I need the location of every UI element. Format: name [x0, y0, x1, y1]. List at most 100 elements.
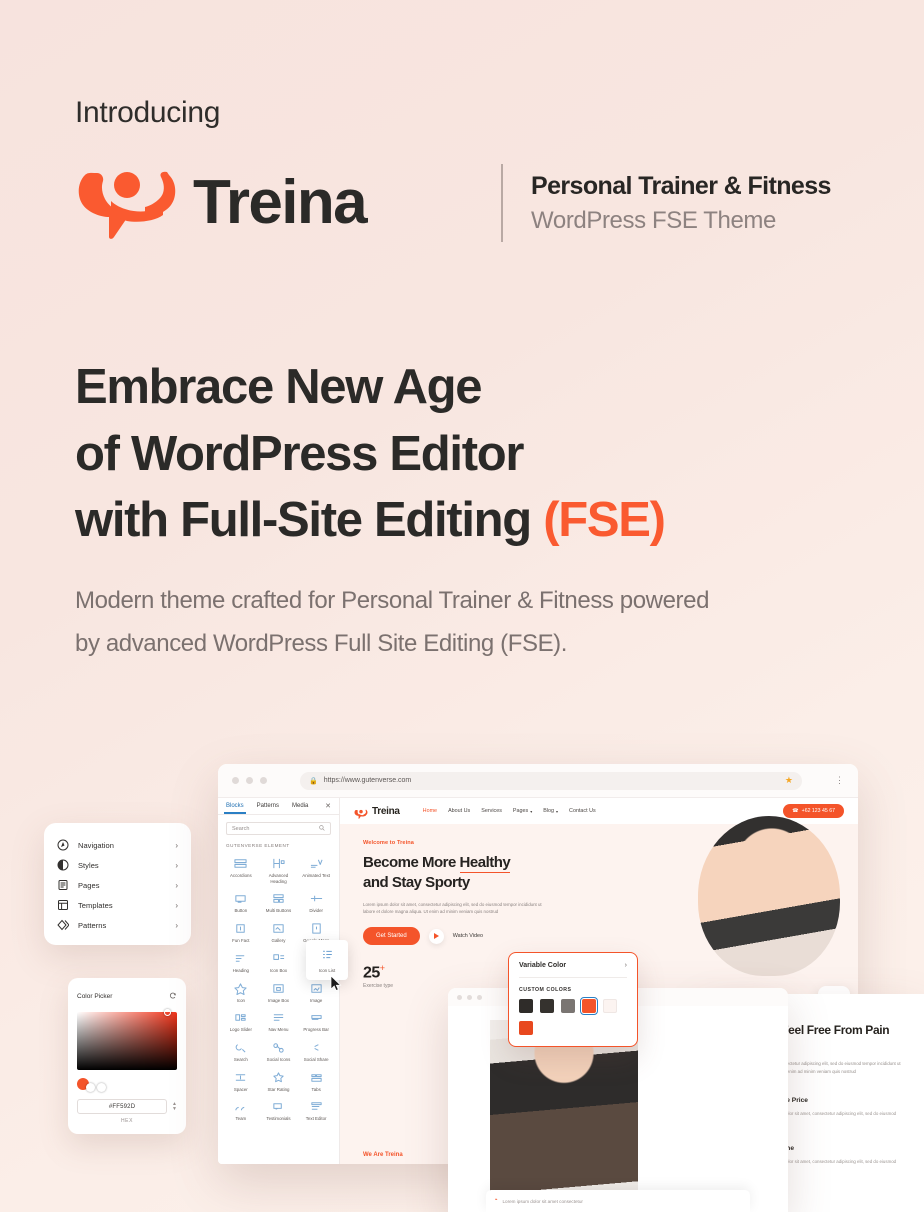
block-item-animated-text[interactable]: Animated Text	[297, 853, 335, 887]
block-item-progress-bar[interactable]: Progress Bar	[297, 1007, 335, 1036]
block-label: Star Rating	[267, 1086, 290, 1092]
window-close-button[interactable]	[457, 994, 462, 1000]
site-menu-item-contact-us[interactable]: Contact Us	[569, 808, 596, 814]
star-icon[interactable]: ★	[785, 775, 793, 786]
variable-color-header[interactable]: Variable Color ›	[519, 962, 627, 978]
color-swatch[interactable]	[603, 999, 617, 1013]
color-swatch[interactable]	[561, 999, 575, 1013]
sidebar-item-navigation[interactable]: Navigation ›	[44, 835, 191, 855]
block-item-logo-slider[interactable]: Logo Slider	[222, 1007, 260, 1036]
block-item-nav-menu[interactable]: Nav Menu	[260, 1007, 298, 1036]
color-swatch[interactable]	[519, 1021, 533, 1035]
hero-welcome-text: Welcome to Treina	[363, 840, 415, 846]
hero-title: Become More Healthy and Stay Sporty	[363, 853, 858, 893]
refresh-icon[interactable]	[169, 987, 177, 1005]
block-item-star-rating[interactable]: Star Rating	[260, 1067, 298, 1096]
block-item-icon-box[interactable]: Icon Box	[260, 948, 298, 977]
block-item-button[interactable]: Button	[222, 888, 260, 917]
block-item-accordions[interactable]: Accordions	[222, 853, 260, 887]
tab-patterns[interactable]: Patterns	[257, 803, 279, 809]
site-menu-item-pages[interactable]: Pages ▾	[513, 808, 532, 814]
chevron-right-icon: ›	[175, 840, 178, 850]
sidebar-item-label: Patterns	[78, 920, 107, 930]
alpha-thumb[interactable]	[86, 1082, 95, 1092]
hero-cta-row: Get Started Watch Video	[363, 927, 858, 945]
saturation-value-area[interactable]	[77, 1009, 177, 1070]
block-grid: Accordions Advanced Heading Animated Text B…	[218, 853, 339, 1125]
window-maximize-button[interactable]	[260, 777, 267, 784]
kebab-menu-icon[interactable]: ⋮	[835, 775, 844, 786]
block-icon	[310, 892, 323, 905]
sidebar-item-pages[interactable]: Pages ›	[44, 875, 191, 895]
color-swatch[interactable]	[519, 999, 533, 1013]
block-item-testimonials[interactable]: Testimonials	[260, 1096, 298, 1125]
get-started-button[interactable]: Get Started	[363, 927, 420, 945]
block-item-fun-fact[interactable]: Fun Fact	[222, 918, 260, 947]
sidebar-item-styles[interactable]: Styles ›	[44, 855, 191, 875]
block-item-social-icons[interactable]: Social Icons	[260, 1037, 298, 1066]
sidebar-item-templates[interactable]: Templates ›	[44, 895, 191, 915]
sidebar-item-patterns[interactable]: Patterns ›	[44, 915, 191, 935]
color-picker-panel[interactable]: Color Picker #FF592D ▲ ▼ HEX	[68, 978, 186, 1134]
block-item-icon[interactable]: Icon	[222, 978, 260, 1007]
block-item-advanced-heading[interactable]: Advanced Heading	[260, 853, 298, 887]
hue-thumb[interactable]	[97, 1082, 106, 1092]
window-minimize-button[interactable]	[467, 994, 472, 1000]
browser-chrome: 🔒 https://www.gutenverse.com ★ ⋮	[218, 764, 858, 798]
window-minimize-button[interactable]	[246, 777, 253, 784]
color-swatch[interactable]	[579, 996, 599, 1016]
phone-button[interactable]: ☎ +62 123 45 67	[783, 804, 844, 818]
site-menu-label: About Us	[448, 808, 471, 814]
block-item-divider[interactable]: Divider	[297, 888, 335, 917]
block-item-multi-buttons[interactable]: Multi Buttons	[260, 888, 298, 917]
block-label: Logo Slider	[229, 1027, 252, 1033]
block-label: Text Editor	[305, 1116, 327, 1122]
block-label: Divider	[309, 908, 323, 914]
template-icon	[57, 899, 69, 911]
color-handle[interactable]	[164, 1009, 171, 1016]
search-input[interactable]: Search	[226, 822, 331, 835]
block-item-text-editor[interactable]: Text Editor	[297, 1096, 335, 1125]
block-item-team[interactable]: Team	[222, 1096, 260, 1125]
block-item-tabs[interactable]: Tabs	[297, 1067, 335, 1096]
block-item-gallery[interactable]: Gallery	[260, 918, 298, 947]
block-icon	[234, 1041, 247, 1054]
close-icon[interactable]: ✕	[325, 802, 331, 810]
block-label: Team	[235, 1116, 247, 1122]
window-close-button[interactable]	[232, 777, 239, 784]
chevron-right-icon: ›	[175, 900, 178, 910]
site-menu-item-services[interactable]: Services	[481, 808, 502, 814]
site-menu-item-about-us[interactable]: About Us	[448, 808, 470, 814]
site-menu-item-home[interactable]: Home	[423, 808, 437, 814]
color-swatch[interactable]	[540, 999, 554, 1013]
block-icon	[272, 892, 285, 905]
block-item-search[interactable]: Search	[222, 1037, 260, 1066]
block-item-spacer[interactable]: Spacer	[222, 1067, 260, 1096]
block-label: Button	[234, 908, 248, 914]
block-item-image-box[interactable]: Image Box	[260, 978, 298, 1007]
headline-line-1: Embrace New Age	[75, 360, 483, 414]
tab-blocks[interactable]: Blocks	[224, 803, 246, 814]
block-item-social-share[interactable]: Social Share	[297, 1037, 335, 1066]
block-icon	[234, 922, 247, 935]
site-menu-label: Blog	[543, 808, 555, 814]
block-label: Progress Bar	[303, 1027, 329, 1033]
watch-video-label[interactable]: Watch Video	[453, 933, 483, 939]
icon-list-icon	[322, 947, 333, 965]
play-icon[interactable]	[428, 928, 444, 944]
page-title: Embrace New Age of WordPress Editor with…	[75, 354, 875, 554]
tab-media[interactable]: Media	[292, 803, 308, 809]
block-label: Tabs	[311, 1086, 321, 1092]
block-item-heading[interactable]: Heading	[222, 948, 260, 977]
site-menu-item-blog[interactable]: Blog ▾	[543, 808, 558, 814]
window-maximize-button[interactable]	[477, 994, 482, 1000]
hex-stepper[interactable]: ▲ ▼	[172, 1101, 177, 1112]
block-label: Spacer	[233, 1086, 248, 1092]
block-label: Testimonials	[266, 1116, 291, 1122]
site-menu-label: Services	[481, 808, 502, 814]
address-bar[interactable]: 🔒 https://www.gutenverse.com ★	[300, 771, 802, 790]
hero-title-part1: Become More	[363, 854, 460, 871]
site-logo[interactable]: Treina	[354, 806, 400, 819]
hex-input[interactable]: #FF592D	[77, 1099, 168, 1114]
block-icon	[234, 1011, 247, 1024]
